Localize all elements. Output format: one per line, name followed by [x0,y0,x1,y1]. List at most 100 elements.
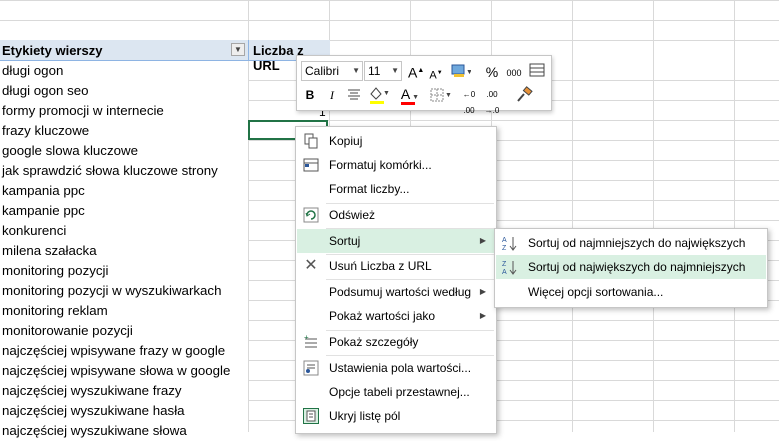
column-border [734,0,735,432]
italic-button[interactable]: I [325,87,339,103]
refresh-icon [303,207,319,223]
bold-icon: B [305,88,315,102]
svg-text:▼: ▼ [445,92,452,99]
pivot-row-label[interactable]: milena szałacka [0,241,250,261]
submenu-item-sort-descending[interactable]: ZA Sortuj od największych do najmniejszy… [496,255,766,279]
menu-item-show-values-as[interactable]: Pokaż wartości jako ▶ [297,304,495,328]
pivot-row-label[interactable]: kampania ppc [0,181,250,201]
fill-color-button[interactable]: ▼ [367,85,391,109]
table-style-icon [529,63,545,77]
pivot-row-labels-header[interactable]: Etykiety wierszy [2,43,102,58]
svg-text:+: + [304,334,309,342]
menu-item-label: Usuń Liczba z URL [329,259,432,273]
format-painter-button[interactable] [515,86,533,108]
pivot-row-label[interactable]: monitoring pozycji [0,261,250,281]
percent-style-button[interactable]: % [485,64,499,80]
font-name-dropdown[interactable]: Calibri ▼ [301,61,363,81]
pivot-row-label[interactable]: najczęściej wyszukiwane hasła [0,401,250,421]
pivot-row-label[interactable]: najczęściej wpisywane słowa w google [0,361,250,381]
format-cells-icon [303,157,319,173]
pivot-row-label[interactable]: formy promocji w internecie [0,101,250,121]
pivot-row-label[interactable]: monitoring pozycji w wyszukiwarkach [0,281,250,301]
field-settings-icon [303,360,319,376]
format-painter-table-button[interactable] [528,62,546,82]
pivot-row-label[interactable]: długi ogon seo [0,81,250,101]
align-center-icon [348,89,360,100]
copy-icon [303,133,319,149]
submenu-item-label: Sortuj od największych do najmniejszych [528,260,746,274]
increase-decimal-icon: ←0.00 [462,90,476,115]
percent-icon: % [485,64,499,80]
accounting-format-button[interactable]: ▼ [449,62,473,84]
decrease-decimal-button[interactable]: .00 →.0 [483,87,501,119]
bold-button[interactable]: B [303,87,317,103]
menu-item-number-format[interactable]: Format liczby... [297,177,495,201]
menu-item-copy[interactable]: Kopiuj [297,129,495,153]
menu-item-label: Pokaż szczegóły [329,335,419,349]
column-border [248,40,249,60]
menu-item-refresh[interactable]: Odśwież [297,203,495,227]
pivot-row-list: długi ogon długi ogon seo formy promocji w… [0,61,250,441]
menu-item-sort[interactable]: Sortuj ▶ [297,229,495,253]
sort-ascending-icon: AZ [502,235,518,252]
pivot-header-row: Etykiety wierszy ▼ Liczba z URL [0,40,330,73]
comma-style-button[interactable]: 000 [505,65,523,81]
italic-icon: I [330,88,334,102]
pivot-row-label[interactable]: najczęściej wyszukiwane słowa [0,421,250,441]
sort-descending-icon: ZA [502,259,518,276]
pivot-row-label[interactable]: najczęściej wpisywane frazy w google [0,341,250,361]
menu-item-show-details[interactable]: + Pokaż szczegóły [297,330,495,354]
submenu-item-sort-ascending[interactable]: AZ Sortuj od najmniejszych do największy… [496,231,766,255]
font-size-value: 11 [368,64,381,78]
menu-item-summarize-by[interactable]: Podsumuj wartości według ▶ [297,280,495,304]
chevron-down-icon: ▼ [352,66,360,75]
menu-item-label: Format liczby... [329,182,410,196]
pivot-row-label[interactable]: monitorowanie pozycji [0,321,250,341]
menu-item-pivot-options[interactable]: Opcje tabeli przestawnej... [297,380,495,404]
font-size-dropdown[interactable]: 11 ▼ [364,61,402,81]
align-center-button[interactable] [346,87,362,105]
shrink-font-button[interactable]: A▼ [429,65,443,84]
filter-dropdown-button[interactable]: ▼ [231,43,245,56]
chevron-right-icon: ▶ [479,311,486,320]
submenu-item-label: Więcej opcji sortowania... [528,285,664,299]
delete-x-icon: ✕ [304,257,318,274]
menu-item-label: Podsumuj wartości według [329,285,472,299]
borders-icon: ▼ [430,88,452,102]
svg-text:Z: Z [502,261,507,268]
grow-font-button[interactable]: A▲ [408,63,424,81]
submenu-item-label: Sortuj od najmniejszych do największych [528,236,746,250]
menu-item-remove-field[interactable]: ✕ Usuń Liczba z URL [297,254,495,278]
mini-toolbar: Calibri ▼ 11 ▼ A▲ A▼ ▼ % 000 B I ▼ A ▼ ▼… [296,55,552,115]
comma-style-icon: 000 [506,68,522,78]
row-border [0,0,779,1]
svg-text:Z: Z [502,245,507,251]
font-color-swatch [401,102,415,105]
menu-item-hide-field-list[interactable]: Ukryj listę pól [297,404,495,428]
pivot-row-label[interactable]: najczęściej wyszukiwane frazy [0,381,250,401]
pivot-row-label[interactable]: kampanie ppc [0,201,250,221]
font-color-button[interactable]: A ▼ [399,86,421,106]
submenu-item-more-sort-options[interactable]: Więcej opcji sortowania... [496,280,766,304]
chevron-right-icon: ▶ [479,236,486,245]
accounting-format-icon: ▼ [451,64,473,77]
pivot-row-label[interactable]: monitoring reklam [0,301,250,321]
pivot-row-label[interactable]: google slowa kluczowe [0,141,250,161]
borders-button[interactable]: ▼ [430,87,452,107]
menu-item-label: Sortuj [329,234,361,248]
shrink-font-icon: A [429,69,437,82]
pivot-row-label[interactable]: długi ogon [0,61,250,81]
field-list-icon [303,408,319,424]
menu-item-label: Odśwież [329,208,376,222]
chevron-right-icon: ▶ [479,287,486,296]
grow-font-icon: A [408,64,418,81]
increase-decimal-button[interactable]: ←0.00 [460,87,478,119]
context-menu: Kopiuj Formatuj komórki... Format liczby… [295,126,497,434]
menu-item-value-field-settings[interactable]: Ustawienia pola wartości... [297,356,495,380]
menu-item-label: Formatuj komórki... [329,158,432,172]
pivot-row-label[interactable]: konkurenci [0,221,250,241]
menu-item-format-cells[interactable]: Formatuj komórki... [297,153,495,177]
pivot-row-label[interactable]: jak sprawdzić słowa kluczowe strony [0,161,250,181]
svg-text:A: A [502,269,507,275]
pivot-row-label[interactable]: frazy kluczowe [0,121,250,141]
